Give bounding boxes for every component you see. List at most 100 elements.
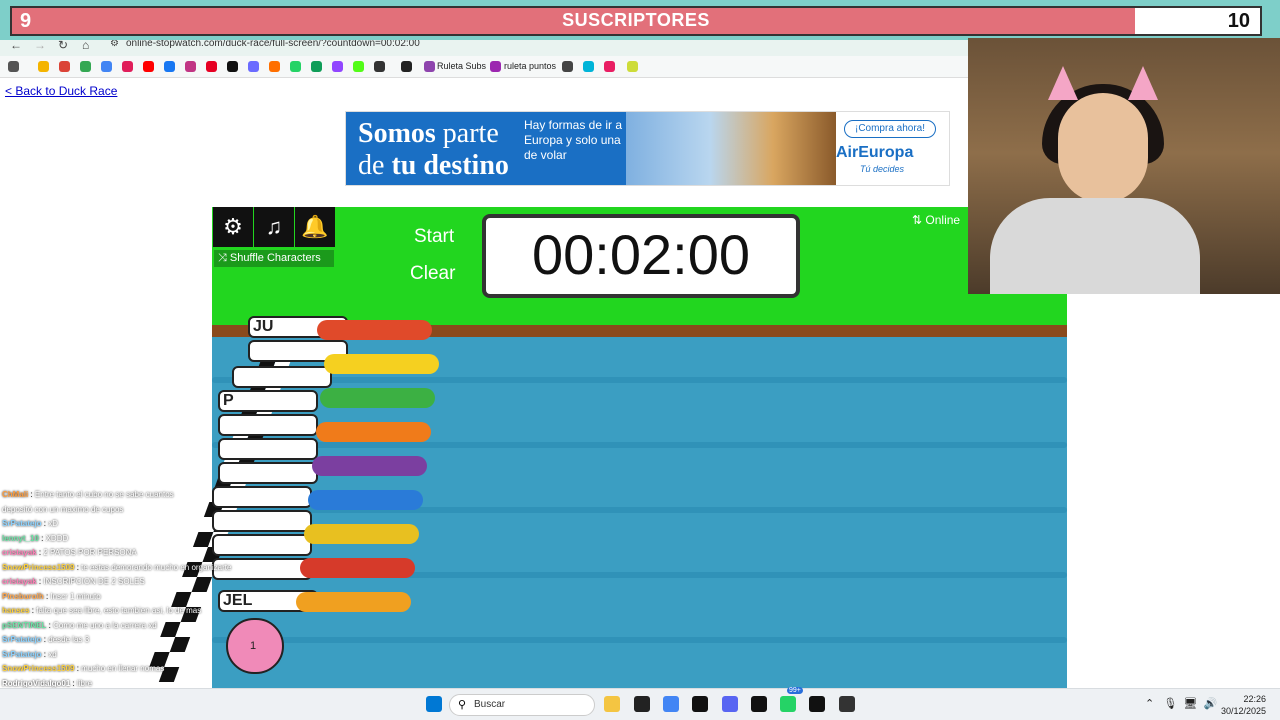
- extension-icon[interactable]: [562, 61, 573, 72]
- bookmarks-bar: Ruleta Subs ruleta puntos: [0, 56, 968, 78]
- duck-body: [304, 524, 419, 544]
- twitch-icon[interactable]: [332, 61, 343, 72]
- chrome-icon[interactable]: [663, 696, 679, 712]
- chat-message: ChMali : Entre tanto el cubo no se sabe …: [2, 490, 174, 499]
- subscriber-progress-track: 9 SUSCRIPTORES 10: [10, 6, 1262, 36]
- taskbar-search-box[interactable]: Buscar: [449, 694, 595, 716]
- chat-text: te estas demorando mucho en organizarte: [81, 562, 232, 572]
- ad-photo: [626, 112, 836, 185]
- drive-icon[interactable]: [38, 61, 49, 72]
- whatsapp-badge: 99+: [787, 687, 803, 694]
- home-icon[interactable]: ⌂: [82, 38, 89, 52]
- tiktok-icon[interactable]: [227, 61, 238, 72]
- whatsapp-icon[interactable]: [780, 696, 796, 712]
- gmail-icon[interactable]: [59, 61, 70, 72]
- chat-text: desde las 3: [48, 635, 90, 644]
- webcam-feed: [968, 38, 1280, 294]
- chat-message: lennyt_10 : XDDD: [2, 533, 69, 543]
- bookmark-yellow-icon[interactable]: [627, 61, 638, 72]
- streamer-face: [1058, 93, 1148, 203]
- ad-tagline: Tú decides: [860, 164, 905, 174]
- taskbar-clock[interactable]: 22:26 30/12/2025: [1221, 693, 1266, 717]
- windows-taskbar: Buscar ⚲ 99+ ⌃ 🎙 🖥 🔊 22:26 30/12/2025: [0, 687, 1280, 720]
- file-explorer-icon[interactable]: [604, 696, 620, 712]
- system-tray[interactable]: ⌃ 🎙 🖥 🔊: [1145, 697, 1217, 710]
- network-icon[interactable]: 🖥: [1183, 698, 1197, 710]
- chat-username: Pinsburolh: [2, 591, 44, 601]
- chat-message: depositó con un maximo de cupos: [2, 505, 123, 514]
- back-to-duck-race-link[interactable]: < Back to Duck Race: [5, 84, 117, 98]
- ad-brand-logo: AirEuropa: [836, 144, 914, 161]
- chat-message: SrPatatejo : xd: [2, 649, 57, 659]
- ad-body-text: Hay formas de ir a Europa y solo una de …: [524, 118, 623, 162]
- ad-cta-button[interactable]: ¡Compra ahora!: [844, 120, 936, 138]
- capcut-app-icon[interactable]: [692, 696, 708, 712]
- notion-2-icon[interactable]: [809, 696, 825, 712]
- whatsapp-bookmark-icon[interactable]: [290, 61, 301, 72]
- chevron-up-icon[interactable]: ⌃: [1145, 698, 1154, 710]
- slack-icon[interactable]: [122, 61, 133, 72]
- facebook-icon[interactable]: [164, 61, 175, 72]
- chat-message: SnowPrincess1509 : mucho en llenar nomas: [2, 664, 165, 673]
- chat-text: Inscr 1 minuto: [50, 591, 101, 601]
- back-arrow-icon[interactable]: ←: [10, 38, 22, 52]
- volume-icon[interactable]: 🔊: [1204, 698, 1218, 710]
- apps-grid-icon[interactable]: [8, 61, 19, 72]
- calendar-icon[interactable]: [101, 61, 112, 72]
- shuffle-characters-button[interactable]: ⤨ Shuffle Characters: [214, 250, 334, 267]
- streamlabs-icon[interactable]: [401, 61, 412, 72]
- ruleta-subs-icon[interactable]: [424, 61, 435, 72]
- windows-start-icon[interactable]: [426, 696, 442, 712]
- chat-text: falta que sea libre, esto tambien asi, l…: [36, 606, 202, 615]
- chrome-bookmark-icon[interactable]: [269, 61, 280, 72]
- chat-text: XDDD: [45, 533, 69, 543]
- discord-icon[interactable]: [722, 696, 738, 712]
- chat-username: SrPatatejo: [2, 635, 42, 644]
- chat-message: Pinsburolh : Inscr 1 minuto: [2, 591, 101, 601]
- search-icon: ⚲: [458, 699, 467, 711]
- sheets-icon[interactable]: [80, 61, 91, 72]
- instagram-icon[interactable]: [185, 61, 196, 72]
- kick-icon[interactable]: [353, 61, 364, 72]
- duck-body: [308, 490, 423, 510]
- duck-body: [320, 388, 435, 408]
- chat-username: pSENTINEL: [2, 620, 47, 630]
- duck-body: [317, 320, 432, 340]
- youtube-icon[interactable]: [143, 61, 154, 72]
- online-indicator[interactable]: ⇅ Online: [912, 213, 960, 227]
- ruleta-puntos-icon[interactable]: [490, 61, 501, 72]
- chat-text: Entre tanto el cubo no se sabe cuantos: [34, 490, 174, 499]
- reload-icon[interactable]: ↻: [58, 38, 68, 52]
- duck-name-card: [218, 438, 318, 460]
- ad-banner[interactable]: Somos parte de tu destino Hay formas de …: [345, 111, 950, 186]
- music-toggle-icon[interactable]: ♫: [254, 207, 294, 247]
- bookmark-ruleta-subs[interactable]: Ruleta Subs: [437, 61, 486, 71]
- bookmark-icon[interactable]: [604, 61, 615, 72]
- notion-icon[interactable]: [751, 696, 767, 712]
- microphone-icon[interactable]: 🎙: [1163, 698, 1177, 710]
- sound-bell-icon[interactable]: 🔔: [295, 207, 335, 247]
- chat-text: 2 PATOS POR PERSONA: [43, 548, 137, 557]
- subscriber-goal-count: 10: [1227, 10, 1250, 32]
- start-button[interactable]: Start: [414, 226, 454, 248]
- chat-username: RodrigoVidalgo01: [2, 678, 71, 688]
- play-icon[interactable]: [583, 61, 594, 72]
- chat-text: depositó con un maximo de cupos: [2, 504, 124, 514]
- chat-message: pSENTINEL : Como me uno a la carrera xd: [2, 620, 157, 630]
- obs-icon[interactable]: [839, 696, 855, 712]
- pinterest-icon[interactable]: [206, 61, 217, 72]
- settings-gear-icon[interactable]: ⚙: [213, 207, 253, 247]
- forward-arrow-icon[interactable]: →: [34, 38, 46, 52]
- chat-username: lennyt_10: [2, 533, 39, 543]
- edge-icon[interactable]: [248, 61, 259, 72]
- chat-username: cristayak: [2, 577, 37, 586]
- duck-body: [312, 456, 427, 476]
- chatgpt-icon[interactable]: [634, 696, 650, 712]
- chat-username: hanses: [2, 606, 30, 615]
- chat-username: SnowPrincess1509: [2, 562, 75, 572]
- chat-username: cristayak: [2, 548, 37, 557]
- capcut-icon[interactable]: [374, 61, 385, 72]
- clear-button[interactable]: Clear: [410, 263, 455, 285]
- maps-icon[interactable]: [311, 61, 322, 72]
- bookmark-ruleta-puntos[interactable]: ruleta puntos: [504, 61, 556, 71]
